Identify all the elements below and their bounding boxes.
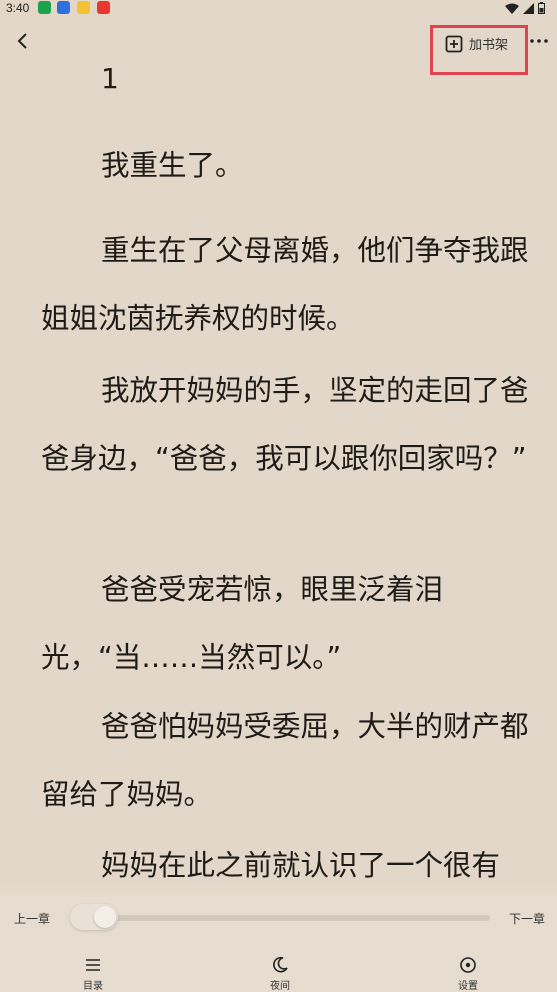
- more-dots-icon: [530, 39, 548, 43]
- night-mode-button[interactable]: 夜间: [250, 955, 310, 992]
- paragraph: 爸爸受宠若惊，眼里泛着泪光，“当……当然可以。”: [41, 573, 444, 674]
- paragraph: 我放开妈妈的手，坚定的走回了爸爸身边，“爸爸，我可以跟你回家吗？”: [41, 374, 529, 475]
- settings-button[interactable]: 设置: [438, 955, 498, 992]
- prev-chapter-button[interactable]: 上一章: [14, 910, 50, 927]
- add-box-icon: [445, 35, 463, 52]
- chevron-left-icon: [17, 33, 27, 49]
- chapter-number: 1: [101, 62, 119, 95]
- settings-label: 设置: [458, 981, 478, 992]
- wifi-icon: [505, 3, 519, 14]
- reader-bottom-panel: 上一章 下一章 目录 夜间 设置: [0, 880, 557, 992]
- toc-label: 目录: [83, 981, 103, 992]
- more-button[interactable]: [528, 32, 550, 50]
- battery-icon: [538, 2, 545, 14]
- green-app-icon: [38, 1, 51, 14]
- paragraph: 我重生了。: [101, 149, 244, 182]
- next-chapter-button[interactable]: 下一章: [509, 910, 545, 927]
- slider-knob[interactable]: [70, 904, 118, 930]
- night-mode-label: 夜间: [270, 981, 290, 992]
- settings-icon: [460, 957, 476, 973]
- paragraph: 重生在了父母离婚，他们争夺我跟姐姐沈茵抚养权的时候。: [41, 234, 529, 335]
- chapter-progress-slider[interactable]: [70, 904, 490, 930]
- list-icon: [86, 959, 100, 971]
- status-icons: [505, 2, 545, 14]
- reader-toolbar: 加书架: [0, 16, 557, 75]
- add-to-shelf-button[interactable]: 加书架: [430, 25, 528, 75]
- status-time: 3:40: [6, 1, 30, 15]
- red-app-icon: [97, 1, 110, 14]
- paragraph: 爸爸怕妈妈受委屈，大半的财产都留给了妈妈。: [41, 710, 529, 811]
- status-bar: 3:40: [0, 0, 557, 16]
- toc-button[interactable]: 目录: [63, 955, 123, 992]
- blue-phone-icon: [57, 1, 70, 14]
- add-to-shelf-label: 加书架: [469, 38, 509, 53]
- moon-icon: [273, 956, 288, 973]
- yellow-app-icon: [77, 1, 90, 14]
- signal-icon: [523, 2, 534, 14]
- back-button[interactable]: [10, 28, 36, 54]
